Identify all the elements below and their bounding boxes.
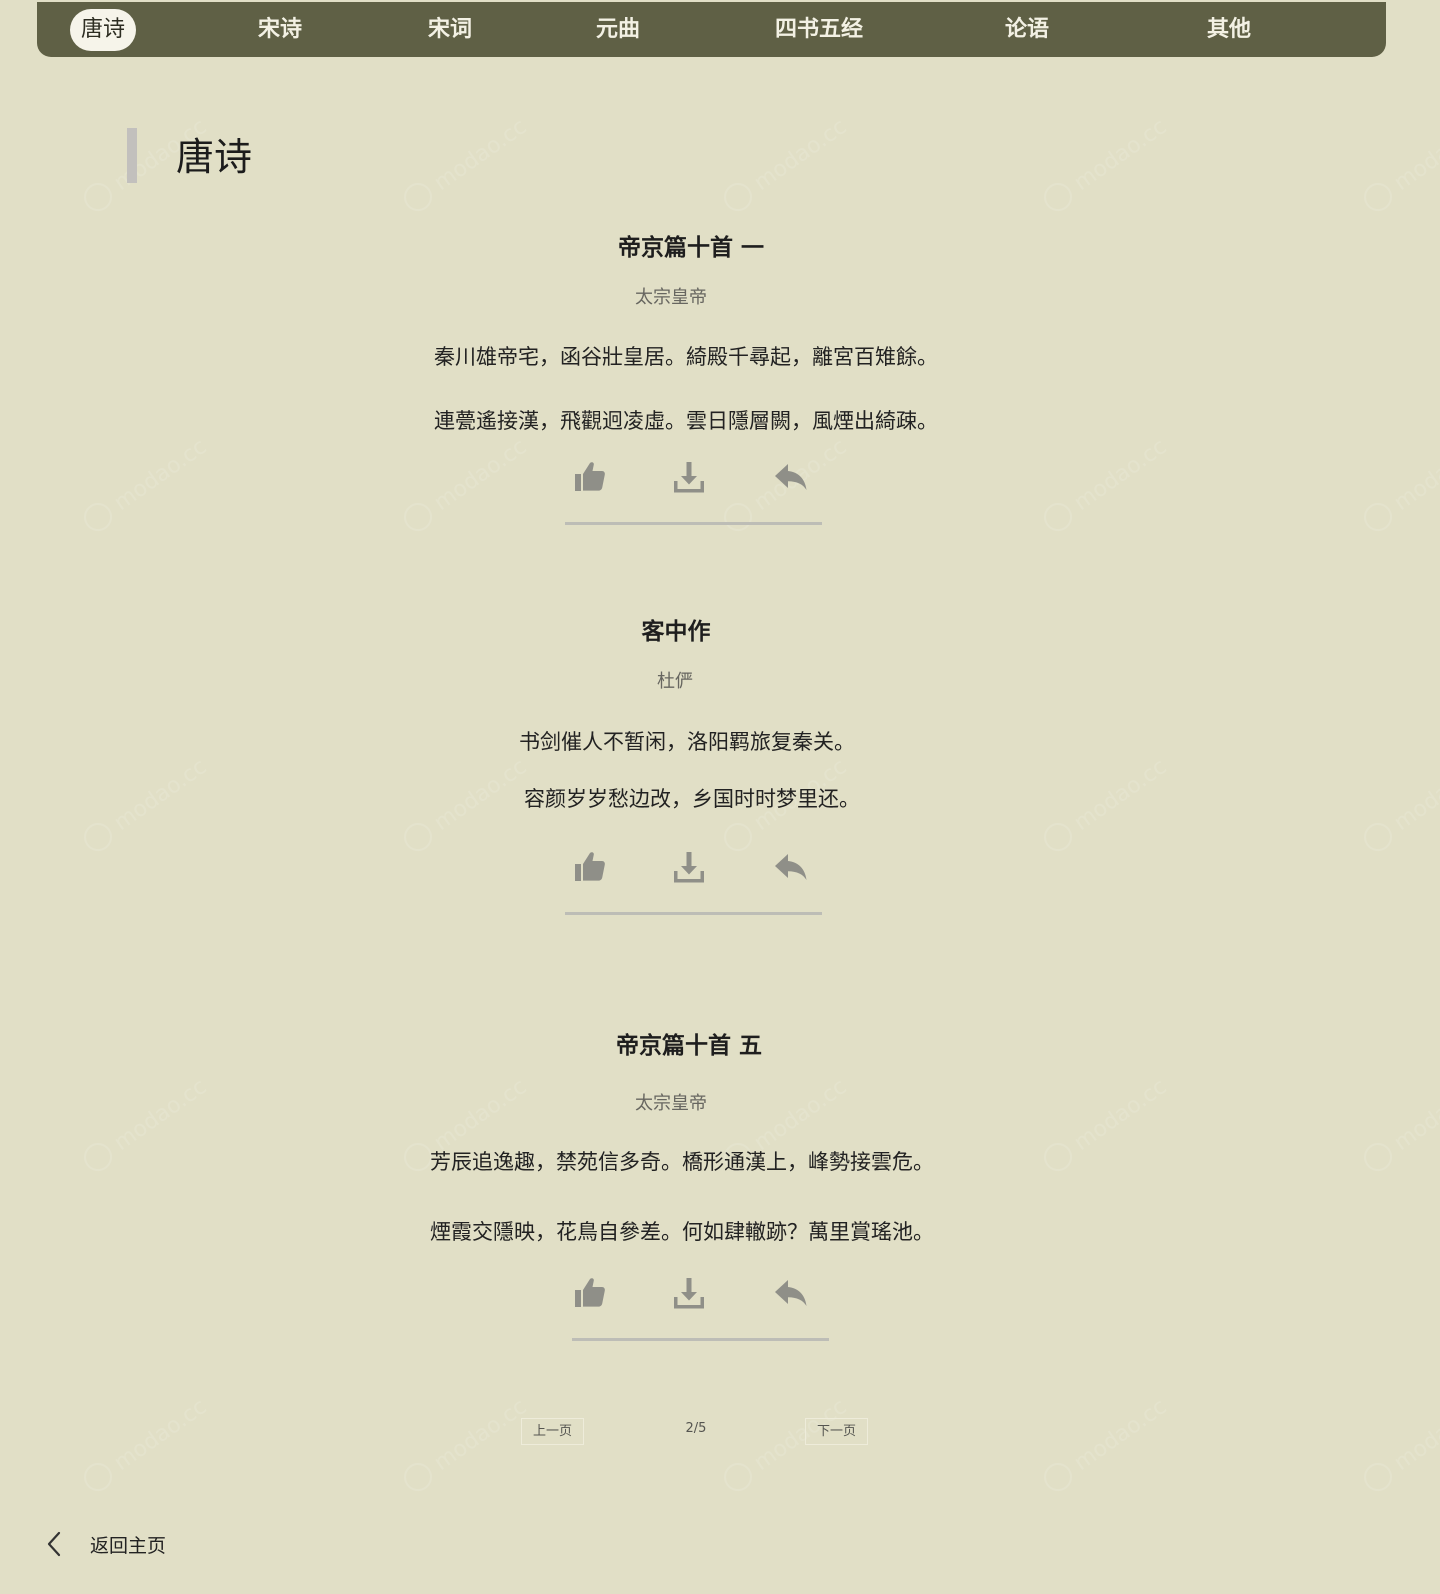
watermark-tile: modao.cc bbox=[404, 114, 532, 212]
poem-line: 芳辰追逸趣，禁苑信多奇。橋形通漢上，峰勢接雲危。 bbox=[430, 1150, 934, 1174]
svg-text:modao.cc: modao.cc bbox=[430, 1074, 532, 1156]
section-accent-bar bbox=[127, 128, 137, 183]
back-to-home-link[interactable]: 返回主页 bbox=[44, 1527, 166, 1561]
poem-actions bbox=[571, 459, 821, 495]
watermark-tile: modao.cc bbox=[1364, 114, 1440, 212]
svg-text:modao.cc: modao.cc bbox=[1070, 1394, 1172, 1476]
poem-line: 煙霞交隱映，花鳥自參差。何如肆轍跡？萬里賞瑤池。 bbox=[430, 1220, 934, 1244]
poem-divider bbox=[565, 912, 822, 915]
svg-text:modao.cc: modao.cc bbox=[1390, 1074, 1440, 1156]
nav-tab-yuanqu[interactable]: 元曲 bbox=[596, 15, 640, 45]
svg-text:modao.cc: modao.cc bbox=[1070, 1074, 1172, 1156]
watermark-tile: modao.cc bbox=[404, 1394, 532, 1492]
watermark-tile: modao.cc bbox=[1364, 434, 1440, 532]
svg-text:modao.cc: modao.cc bbox=[1390, 114, 1440, 196]
chevron-left-icon bbox=[47, 1531, 61, 1557]
poem-divider bbox=[565, 522, 822, 525]
nav-tab-tangshi[interactable]: 唐诗 bbox=[70, 9, 137, 51]
watermark-tile: modao.cc bbox=[1044, 114, 1172, 212]
svg-text:modao.cc: modao.cc bbox=[750, 1074, 852, 1156]
poem-line: 秦川雄帝宅，函谷壯皇居。綺殿千尋起，離宮百雉餘。 bbox=[434, 345, 938, 369]
watermark-tile: modao.cc bbox=[1364, 1394, 1440, 1492]
nav-tab-other[interactable]: 其他 bbox=[1207, 15, 1251, 45]
reply-icon[interactable] bbox=[773, 1275, 809, 1311]
poem-actions bbox=[571, 849, 821, 885]
nav-tab-sishu-wujing[interactable]: 四书五经 bbox=[775, 15, 863, 45]
page-indicator: 2/5 bbox=[685, 1421, 707, 1436]
svg-text:modao.cc: modao.cc bbox=[430, 434, 532, 516]
watermark-tile: modao.cc bbox=[1044, 434, 1172, 532]
download-icon[interactable] bbox=[671, 459, 707, 495]
top-nav: 唐诗 宋诗 宋词 元曲 四书五经 论语 其他 bbox=[37, 2, 1386, 57]
section-title: 唐诗 bbox=[176, 135, 253, 179]
poem-divider bbox=[572, 1338, 829, 1341]
svg-text:modao.cc: modao.cc bbox=[1070, 114, 1172, 196]
prev-page-button[interactable]: 上一页 bbox=[521, 1418, 585, 1445]
next-page-button[interactable]: 下一页 bbox=[805, 1418, 869, 1445]
watermark-tile: modao.cc bbox=[404, 434, 532, 532]
poem-title: 帝京篇十首 一 bbox=[617, 235, 764, 261]
svg-text:modao.cc: modao.cc bbox=[1390, 434, 1440, 516]
thumbs-up-icon[interactable] bbox=[571, 849, 607, 885]
poem-author: 杜俨 bbox=[657, 671, 693, 692]
thumbs-up-icon[interactable] bbox=[571, 1275, 607, 1311]
reply-icon[interactable] bbox=[773, 849, 809, 885]
svg-text:modao.cc: modao.cc bbox=[750, 114, 852, 196]
svg-text:modao.cc: modao.cc bbox=[430, 114, 532, 196]
download-icon[interactable] bbox=[671, 849, 707, 885]
nav-tab-lunyu[interactable]: 论语 bbox=[1005, 15, 1049, 45]
poem-title: 客中作 bbox=[641, 619, 711, 645]
watermark-tile: modao.cc bbox=[724, 114, 852, 212]
download-icon[interactable] bbox=[671, 1275, 707, 1311]
svg-text:modao.cc: modao.cc bbox=[1390, 1394, 1440, 1476]
thumbs-up-icon[interactable] bbox=[571, 459, 607, 495]
svg-text:modao.cc: modao.cc bbox=[110, 1074, 212, 1156]
poem-line: 容颜岁岁愁边改，乡国时时梦里还。 bbox=[524, 787, 860, 811]
watermark-tile: modao.cc bbox=[84, 434, 212, 532]
nav-tab-songci[interactable]: 宋词 bbox=[428, 15, 472, 45]
watermark-tile: modao.cc bbox=[1044, 1394, 1172, 1492]
poem-title: 帝京篇十首 五 bbox=[615, 1033, 762, 1059]
poem-line: 連甍遙接漢，飛觀迥凌虛。雲日隱層闕，風煙出綺疎。 bbox=[434, 409, 938, 433]
poem-author: 太宗皇帝 bbox=[635, 287, 707, 308]
svg-text:modao.cc: modao.cc bbox=[110, 1394, 212, 1476]
poem-line: 书剑催人不暂闲，洛阳羁旅复秦关。 bbox=[519, 730, 855, 754]
poem-author: 太宗皇帝 bbox=[635, 1093, 707, 1114]
nav-tab-songshi[interactable]: 宋诗 bbox=[258, 15, 302, 45]
svg-text:modao.cc: modao.cc bbox=[110, 434, 212, 516]
reply-icon[interactable] bbox=[773, 459, 809, 495]
poem-actions bbox=[571, 1275, 821, 1311]
svg-text:modao.cc: modao.cc bbox=[430, 1394, 532, 1476]
svg-text:modao.cc: modao.cc bbox=[1070, 434, 1172, 516]
watermark-tile: modao.cc bbox=[84, 1394, 212, 1492]
back-to-home-label: 返回主页 bbox=[90, 1534, 167, 1557]
